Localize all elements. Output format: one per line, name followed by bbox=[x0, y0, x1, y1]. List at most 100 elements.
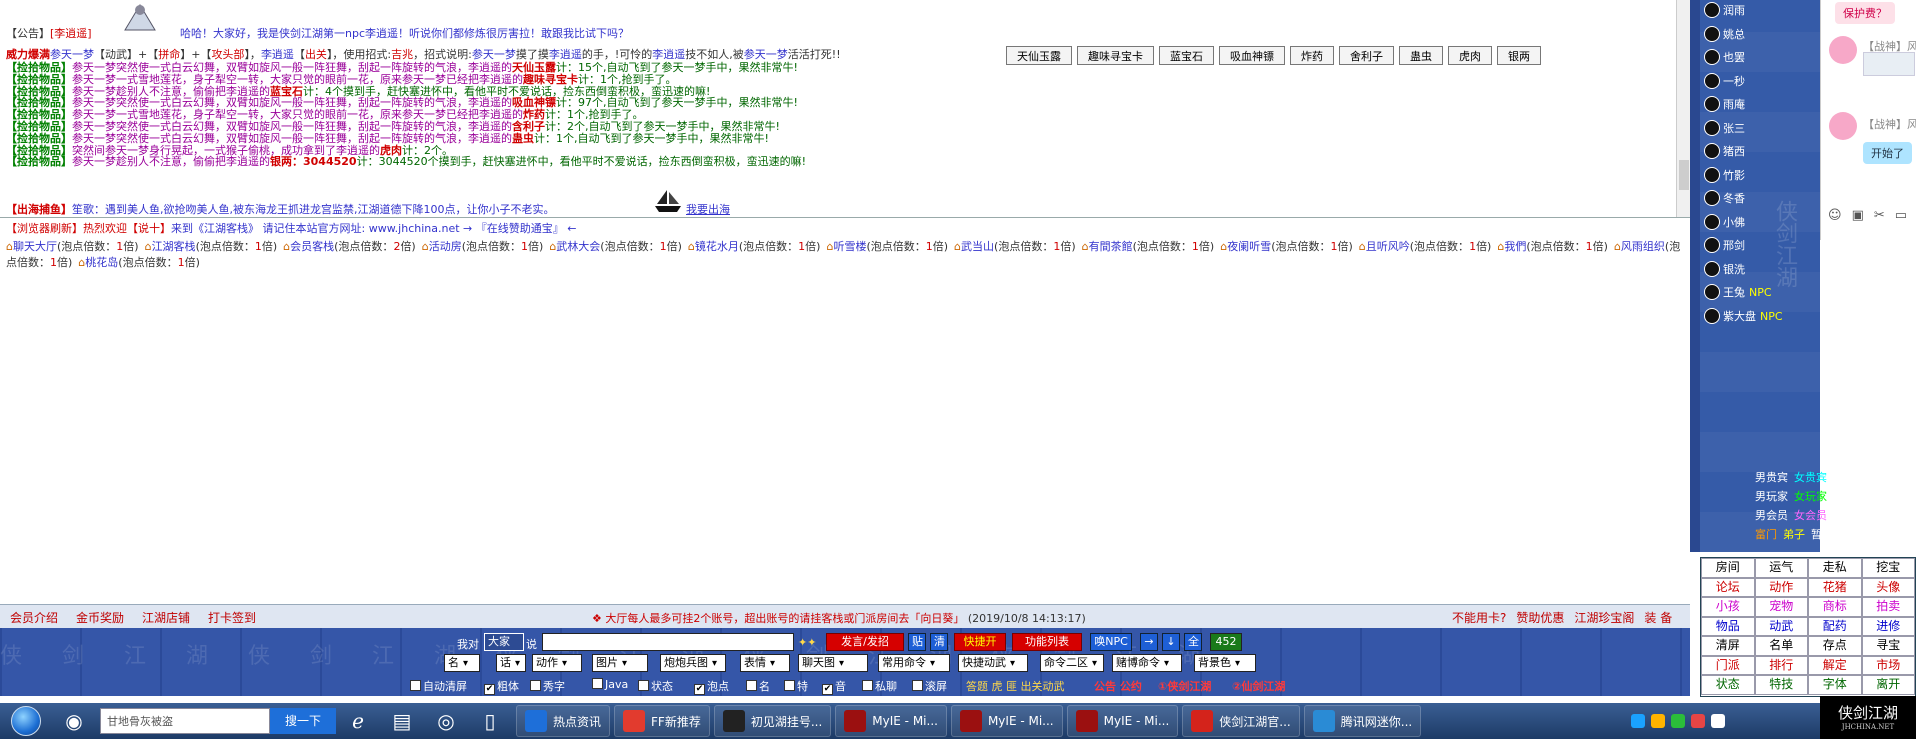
command-select[interactable]: 快捷动武 bbox=[958, 654, 1028, 672]
room-name[interactable]: 听雪楼 bbox=[833, 240, 866, 253]
function-button[interactable]: 花猪 bbox=[1808, 577, 1862, 597]
info-link[interactable]: 打卡签到 bbox=[208, 609, 256, 626]
user-name[interactable]: 一秒 bbox=[1723, 75, 1745, 88]
tray-icon[interactable] bbox=[1691, 714, 1705, 728]
function-button[interactable]: 房间 bbox=[1701, 558, 1755, 578]
room-link[interactable]: ⌂夜阑听雪(泡点倍数：1倍) bbox=[1220, 240, 1353, 253]
command-select[interactable]: 图片 bbox=[592, 654, 648, 672]
function-button[interactable]: 市场 bbox=[1861, 655, 1915, 675]
room-link[interactable]: ⌂武林大会(泡点倍数：1倍) bbox=[549, 240, 682, 253]
user-list-scrollbar[interactable] bbox=[1690, 0, 1700, 552]
function-button[interactable]: 头像 bbox=[1861, 577, 1915, 597]
function-button[interactable]: 宠物 bbox=[1754, 597, 1808, 617]
item-button[interactable]: 趣味寻宝卡 bbox=[1077, 46, 1154, 65]
room-name[interactable]: 桃花岛 bbox=[85, 256, 118, 269]
user-name[interactable]: 邢剑 bbox=[1723, 239, 1745, 252]
room-name[interactable]: 夜阑听雪 bbox=[1227, 240, 1271, 253]
room-link[interactable]: ⌂镜花水月(泡点倍数：1倍) bbox=[688, 240, 821, 253]
func-list-button[interactable]: 功能列表 bbox=[1012, 633, 1082, 651]
user-name[interactable]: 紫大盘 bbox=[1723, 310, 1756, 323]
start-button[interactable] bbox=[0, 703, 52, 739]
function-button[interactable]: 状态 bbox=[1701, 675, 1755, 695]
checkbox-box[interactable] bbox=[862, 680, 873, 691]
room-link[interactable]: ⌂聊天大厅(泡点倍数：1倍) bbox=[6, 240, 139, 253]
item-button[interactable]: 吸血神镖 bbox=[1219, 46, 1285, 65]
room-link[interactable]: ⌂江湖客栈(泡点倍数：1倍) bbox=[145, 240, 278, 253]
checkbox-box[interactable]: ✔ bbox=[822, 684, 833, 695]
function-button[interactable]: 字体 bbox=[1808, 675, 1862, 695]
command-select[interactable]: 名 bbox=[444, 654, 480, 672]
function-button[interactable]: 存点 bbox=[1808, 636, 1862, 656]
room-name[interactable]: 有間茶館 bbox=[1089, 240, 1133, 253]
checkbox-box[interactable] bbox=[592, 678, 603, 689]
room-name[interactable]: 且听风吟 bbox=[1366, 240, 1410, 253]
notice-links[interactable]: 公告 公约 bbox=[1094, 678, 1142, 694]
user-list-item[interactable]: 猪西 bbox=[1704, 143, 1745, 159]
command-select[interactable]: 赌博命令 bbox=[1112, 654, 1182, 672]
message-input[interactable] bbox=[542, 633, 794, 651]
option-checkbox[interactable]: ✔ 粗体 bbox=[484, 678, 519, 695]
sea-link[interactable]: 我要出海 bbox=[686, 203, 730, 216]
item-button[interactable]: 舍利子 bbox=[1339, 46, 1394, 65]
option-checkbox[interactable]: 秀字 bbox=[530, 678, 565, 694]
item-button[interactable]: 银两 bbox=[1497, 46, 1541, 65]
room-name[interactable]: 会员客栈 bbox=[290, 240, 334, 253]
file-icon[interactable]: ▯ bbox=[468, 705, 512, 737]
room-link[interactable]: ⌂我們(泡点倍数：1倍) bbox=[1497, 240, 1608, 253]
item-button[interactable]: 炸药 bbox=[1290, 46, 1334, 65]
item-button[interactable]: 天仙玉露 bbox=[1006, 46, 1072, 65]
user-name[interactable]: 猪西 bbox=[1723, 145, 1745, 158]
user-list-item[interactable]: 一秒 bbox=[1704, 72, 1745, 89]
function-button[interactable]: 离开 bbox=[1861, 675, 1915, 695]
command-select[interactable]: 动作 bbox=[532, 654, 582, 672]
user-list-item[interactable]: 银洗 bbox=[1704, 260, 1745, 277]
search-button[interactable]: 搜一下 bbox=[270, 708, 336, 734]
function-button[interactable]: 动武 bbox=[1754, 616, 1808, 636]
user-list-item[interactable]: 也罢 bbox=[1704, 49, 1745, 65]
function-button[interactable]: 特技 bbox=[1754, 675, 1808, 695]
user-list-item[interactable]: 邢剑 bbox=[1704, 237, 1745, 253]
refresh-link[interactable]: 【浏览器刷新】 bbox=[6, 222, 83, 235]
taskbar-app[interactable]: 初见湖挂号... bbox=[713, 705, 832, 737]
option-checkbox[interactable]: ✔ 音 bbox=[822, 678, 846, 695]
item-button[interactable]: 蛊虫 bbox=[1399, 46, 1443, 65]
npc-name[interactable]: 李逍遥 bbox=[261, 48, 294, 61]
command-select[interactable]: 背景色 bbox=[1194, 654, 1256, 672]
target-field[interactable]: 大家 bbox=[484, 633, 524, 651]
taskbar-app[interactable]: MyIE - Mi... bbox=[835, 705, 947, 737]
paste-button[interactable]: 贴 bbox=[908, 633, 926, 651]
option-checkbox[interactable]: 特 bbox=[784, 678, 808, 694]
user-name[interactable]: 王兔 bbox=[1723, 286, 1745, 299]
room-name[interactable]: 我們 bbox=[1504, 240, 1526, 253]
browser-icon[interactable]: ◎ bbox=[424, 705, 468, 737]
user-name[interactable]: 张三 bbox=[1723, 122, 1745, 135]
emoji-icon[interactable]: ☺ bbox=[1828, 208, 1842, 223]
taskbar-app[interactable]: FF新推荐 bbox=[614, 705, 710, 737]
command-select[interactable]: 话 bbox=[496, 654, 526, 672]
room-name[interactable]: 聊天大厅 bbox=[13, 240, 57, 253]
function-button[interactable]: 进修 bbox=[1861, 616, 1915, 636]
room-link[interactable]: ⌂听雪楼(泡点倍数：1倍) bbox=[826, 240, 948, 253]
explorer-icon[interactable]: ▤ bbox=[380, 705, 424, 737]
room-link[interactable]: ⌂会员客栈(泡点倍数：2倍) bbox=[283, 240, 416, 253]
function-button[interactable]: 物品 bbox=[1701, 616, 1755, 636]
checkbox-box[interactable] bbox=[530, 680, 541, 691]
folder-icon[interactable]: ▭ bbox=[1895, 208, 1907, 223]
function-button[interactable]: 排行 bbox=[1754, 655, 1808, 675]
function-button[interactable]: 解定 bbox=[1808, 655, 1862, 675]
taskbar-app[interactable]: MyIE - Mi... bbox=[1066, 705, 1179, 737]
quick-button[interactable]: 快捷开 bbox=[954, 633, 1006, 651]
tray-icon[interactable] bbox=[1671, 714, 1685, 728]
user-name[interactable]: 冬香 bbox=[1723, 192, 1745, 205]
option-checkbox[interactable]: 名 bbox=[746, 678, 770, 694]
room-name[interactable]: 武当山 bbox=[961, 240, 994, 253]
user-name[interactable]: 银洗 bbox=[1723, 263, 1745, 276]
info-link[interactable]: 江湖珍宝阁 bbox=[1574, 609, 1634, 626]
info-link[interactable]: 江湖店铺 bbox=[142, 609, 190, 626]
user-list-item[interactable]: 雨庵 bbox=[1704, 96, 1745, 112]
user-list-item[interactable]: 冬香 bbox=[1704, 190, 1745, 206]
room-link[interactable]: ⌂有間茶館(泡点倍数：1倍) bbox=[1082, 240, 1215, 253]
checkbox-box[interactable]: ✔ bbox=[694, 684, 705, 695]
info-link[interactable]: 不能用卡? bbox=[1452, 609, 1506, 626]
tray-icon[interactable] bbox=[1651, 714, 1665, 728]
